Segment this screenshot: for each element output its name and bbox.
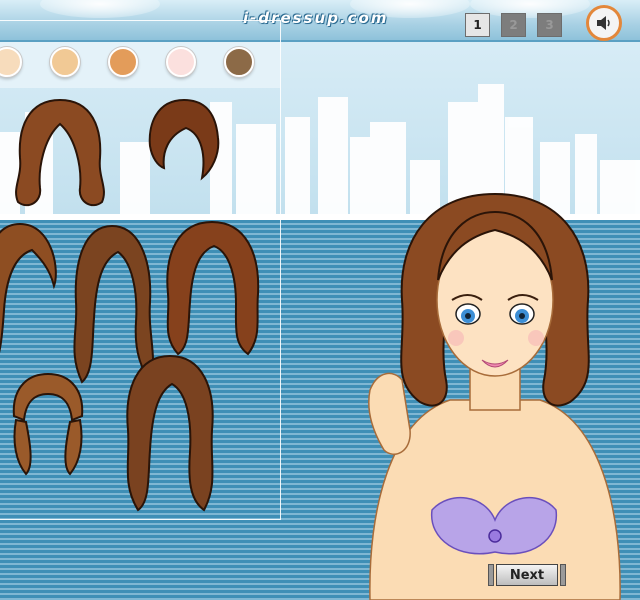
next-button-label: Next <box>496 564 558 586</box>
hair-option-short-bob-sideswept[interactable] <box>146 98 222 188</box>
page-1-button[interactable]: 1 <box>465 13 490 37</box>
skin-color-swatch[interactable] <box>108 47 138 77</box>
next-button[interactable]: Next <box>488 562 566 588</box>
speaker-icon <box>597 16 610 30</box>
hair-option-long-curly-volume[interactable] <box>160 218 264 358</box>
skin-color-swatch[interactable] <box>166 47 196 77</box>
next-button-cap-right <box>560 564 566 586</box>
page-3-button[interactable]: 3 <box>537 13 562 37</box>
hair-option-long-waves-mid[interactable] <box>118 352 222 514</box>
hair-option-long-side-partial[interactable] <box>0 220 60 380</box>
skin-color-swatch[interactable] <box>224 47 254 77</box>
sound-toggle-button[interactable] <box>586 5 622 41</box>
spotlight <box>40 0 160 18</box>
hair-option-pigtails-bangs[interactable] <box>10 372 86 478</box>
skin-color-swatch[interactable] <box>50 47 80 77</box>
game-stage: i-dressup.com 1 2 3 Next <box>0 0 640 600</box>
hair-option-wavy-shoulder[interactable] <box>8 98 112 210</box>
dressup-model <box>368 192 621 600</box>
next-button-cap-left <box>488 564 494 586</box>
page-2-button[interactable]: 2 <box>501 13 526 37</box>
model-hand <box>368 372 411 455</box>
